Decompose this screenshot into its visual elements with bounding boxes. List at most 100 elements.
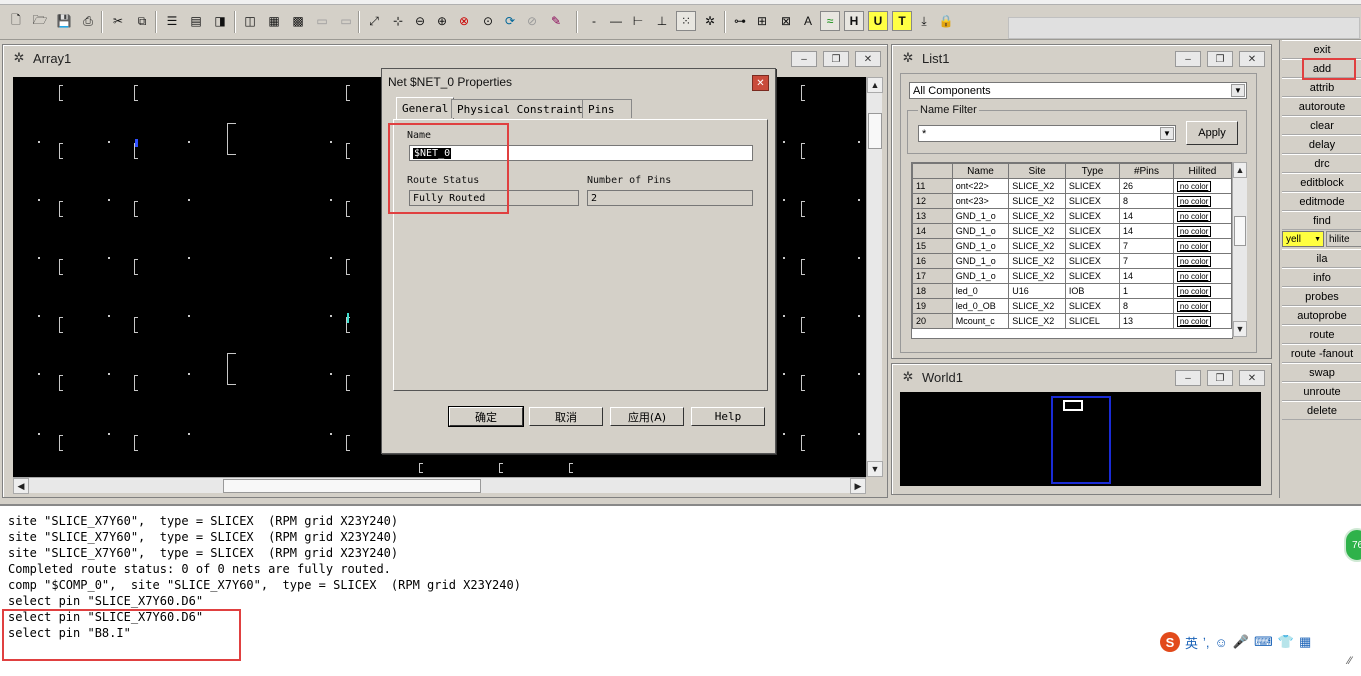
net-icon[interactable]: ≈ — [820, 11, 840, 31]
cut-icon[interactable]: ✂ — [108, 11, 128, 31]
table-row[interactable]: 15 GND_1_o SLICE_X2 SLICEX 7 no color — [912, 238, 1232, 254]
grid-select-icon[interactable]: ⁙ — [676, 11, 696, 31]
new-icon[interactable]: 🗋 — [6, 11, 26, 31]
net-name-input[interactable]: $NET_0 — [409, 145, 753, 161]
stop-icon[interactable]: ⊘ — [522, 11, 542, 31]
letter-h-icon[interactable]: H — [844, 11, 864, 31]
array-vscroll-thumb[interactable] — [868, 113, 882, 149]
open-icon[interactable]: 🗁 — [30, 11, 50, 31]
tile-icon[interactable]: ◫ — [240, 11, 260, 31]
line-long-icon[interactable]: — — [606, 11, 626, 31]
list-vertical-scrollbar[interactable]: ▲ ▼ — [1232, 162, 1247, 337]
help-button[interactable]: Help — [691, 407, 765, 426]
letter-a-icon[interactable]: A — [798, 11, 818, 31]
zoom-area-icon[interactable]: ⊙ — [478, 11, 498, 31]
hierarchy-icon[interactable]: ⊞ — [752, 11, 772, 31]
restore-icon[interactable]: ❐ — [823, 51, 849, 67]
hilite-color-cell[interactable]: no color — [1176, 226, 1212, 237]
hilite-color-select[interactable]: yell ▼ — [1282, 231, 1324, 247]
tab-physical-constraints[interactable]: Physical Constraints — [451, 99, 596, 118]
minimize-icon[interactable]: – — [791, 51, 817, 67]
hilite-button[interactable]: hilite — [1326, 231, 1361, 247]
command-unroute[interactable]: unroute — [1282, 382, 1361, 401]
restore-icon[interactable]: ❐ — [1207, 370, 1233, 386]
table-row[interactable]: 12 ont<23> SLICE_X2 SLICEX 8 no color — [912, 193, 1232, 209]
command-ila[interactable]: ila — [1282, 249, 1361, 268]
zoom-select-icon[interactable]: ⊗ — [454, 11, 474, 31]
zoom-out-icon[interactable]: ⊖ — [410, 11, 430, 31]
component-filter-select[interactable]: All Components ▼ — [909, 82, 1247, 99]
ime-language-label[interactable]: 英 — [1185, 633, 1198, 652]
route-icon[interactable]: ⊶ — [730, 11, 750, 31]
command-drc[interactable]: drc — [1282, 154, 1361, 173]
table-row[interactable]: 14 GND_1_o SLICE_X2 SLICEX 14 no color — [912, 223, 1232, 239]
letter-t-icon[interactable]: T — [892, 11, 912, 31]
keyboard-icon[interactable]: ⌨ — [1254, 634, 1273, 650]
print-icon[interactable]: ⎙ — [78, 11, 98, 31]
list-vscroll-thumb[interactable] — [1234, 216, 1246, 246]
pin-icon[interactable]: ⊥ — [652, 11, 672, 31]
command-info[interactable]: info — [1282, 268, 1361, 287]
minimize-icon[interactable]: – — [1175, 370, 1201, 386]
chevron-down-icon[interactable]: ▼ — [1160, 127, 1174, 140]
download-icon[interactable]: ⤓ — [914, 11, 934, 31]
command-autoprobe[interactable]: autoprobe — [1282, 306, 1361, 325]
selected-pin-mark[interactable] — [135, 139, 138, 147]
table-row[interactable]: 13 GND_1_o SLICE_X2 SLICEX 14 no color — [912, 208, 1232, 224]
array-hscroll-thumb[interactable] — [223, 479, 481, 493]
command-exit[interactable]: exit — [1282, 40, 1361, 59]
hilite-color-cell[interactable]: no color — [1176, 301, 1212, 312]
copy-icon[interactable]: ⧉ — [132, 11, 152, 31]
restore-icon[interactable]: ❐ — [1207, 51, 1233, 67]
command-route[interactable]: route — [1282, 325, 1361, 344]
hilite-color-cell[interactable]: no color — [1176, 196, 1212, 207]
list-window-titlebar[interactable]: ✲ List1 – ❐ ✕ — [892, 45, 1271, 71]
command-delete[interactable]: delete — [1282, 401, 1361, 420]
table-row[interactable]: 19 led_0_OB SLICE_X2 SLICEX 8 no color — [912, 298, 1232, 314]
table-row[interactable]: 20 Mcount_c SLICE_X2 SLICEL 13 no color — [912, 313, 1232, 329]
command-clear[interactable]: clear — [1282, 116, 1361, 135]
world-icon[interactable]: ◨ — [210, 11, 230, 31]
close-icon[interactable]: ✕ — [855, 51, 881, 67]
hilite-color-cell[interactable]: no color — [1176, 271, 1212, 282]
name-filter-input[interactable]: * ▼ — [918, 125, 1176, 142]
array-icon[interactable]: ▤ — [186, 11, 206, 31]
array-horizontal-scrollbar[interactable]: ◀ ▶ — [13, 477, 866, 494]
close-icon[interactable]: ✕ — [752, 75, 769, 91]
hilite-color-cell[interactable]: no color — [1176, 256, 1212, 267]
letter-u-icon[interactable]: U — [868, 11, 888, 31]
refresh-icon[interactable]: ⟳ — [500, 11, 520, 31]
zoom-in-icon[interactable]: ⊕ — [432, 11, 452, 31]
mic-icon[interactable]: 🎤 — [1233, 634, 1249, 650]
apply-button[interactable]: 应用(A) — [610, 407, 684, 426]
tab-pins[interactable]: Pins — [582, 99, 632, 118]
hilite-color-cell[interactable]: no color — [1176, 211, 1212, 222]
column-header[interactable]: Type — [1064, 163, 1121, 179]
line-short-icon[interactable]: - — [584, 11, 604, 31]
routed-pin-mark[interactable] — [347, 313, 349, 323]
scroll-down-icon[interactable]: ▼ — [867, 461, 883, 477]
command-route--fanout[interactable]: route -fanout — [1282, 344, 1361, 363]
column-header[interactable] — [912, 163, 953, 179]
hilite-color-cell[interactable]: no color — [1176, 286, 1212, 297]
command-swap[interactable]: swap — [1282, 363, 1361, 382]
bracket-icon[interactable]: ⊢ — [628, 11, 648, 31]
hilite-color-cell[interactable]: no color — [1176, 181, 1212, 192]
column-header[interactable]: Site — [1008, 163, 1066, 179]
world-window-titlebar[interactable]: ✲ World1 – ❐ ✕ — [892, 364, 1271, 390]
column-header[interactable]: Name — [951, 163, 1010, 179]
window2-icon[interactable]: ▭ — [336, 11, 356, 31]
command-find[interactable]: find — [1282, 211, 1361, 230]
sogou-icon[interactable]: S — [1160, 632, 1180, 652]
world-canvas[interactable] — [900, 392, 1261, 486]
chip-icon[interactable]: ✲ — [700, 11, 720, 31]
command-add[interactable]: add — [1282, 59, 1361, 78]
chevron-down-icon[interactable]: ▼ — [1231, 84, 1245, 97]
list-icon[interactable]: ☰ — [162, 11, 182, 31]
apply-button[interactable]: Apply — [1186, 121, 1238, 145]
command-probes[interactable]: probes — [1282, 287, 1361, 306]
chevron-down-icon[interactable]: ▼ — [1314, 236, 1321, 243]
world-view-rect[interactable] — [1063, 400, 1083, 411]
scroll-down-icon[interactable]: ▼ — [1233, 321, 1247, 337]
cross-icon[interactable]: ⊠ — [776, 11, 796, 31]
